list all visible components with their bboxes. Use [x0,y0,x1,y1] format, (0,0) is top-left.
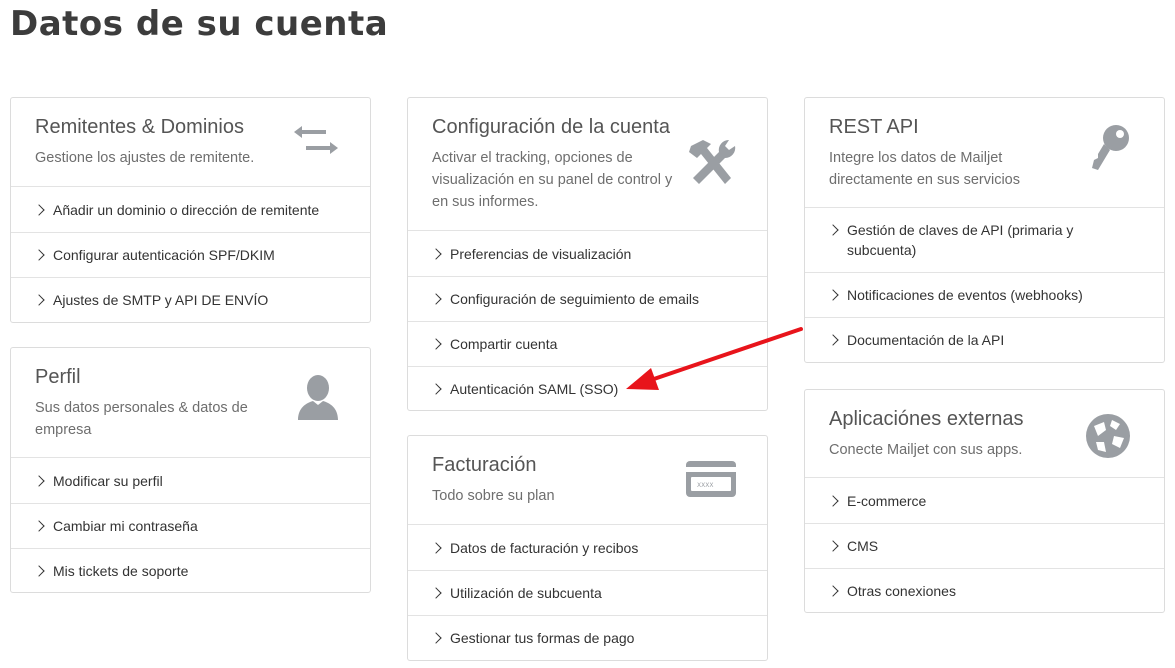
chevron-right-icon [827,585,839,597]
profile-card: Perfil Sus datos personales & datos de e… [10,347,371,593]
display-preferences-link[interactable]: Preferencias de visualización [408,231,767,276]
link-list: Datos de facturación y recibos Utilizaci… [408,524,767,660]
subaccount-usage-link[interactable]: Utilización de subcuenta [408,570,767,615]
chevron-right-icon [430,587,442,599]
chevron-right-icon [33,520,45,532]
chevron-right-icon [430,541,442,554]
chevron-right-icon [430,247,442,260]
saml-sso-link[interactable]: Autenticación SAML (SSO) [408,366,767,411]
add-domain-link[interactable]: Añadir un dominio o dirección de remiten… [11,187,370,232]
credit-card-icon: XXXX [685,460,737,498]
chevron-right-icon [33,203,45,216]
link-list: Añadir un dominio o dirección de remiten… [11,186,370,322]
chevron-right-icon [430,383,442,395]
chevron-right-icon [430,293,442,305]
link-list: Gestión de claves de API (primaria y sub… [805,207,1164,362]
swap-arrows-icon [290,122,342,158]
senders-domains-card: Remitentes & Dominios Gestione los ajust… [10,97,371,323]
key-icon [1090,124,1130,174]
payment-methods-link[interactable]: Gestionar tus formas de pago [408,615,767,660]
billing-card: Facturación Todo sobre su plan XXXX Dato… [407,435,768,661]
chevron-right-icon [827,540,839,552]
chevron-right-icon [33,294,45,306]
globe-icon [1084,412,1132,460]
support-tickets-link[interactable]: Mis tickets de soporte [11,548,370,593]
billing-data-link[interactable]: Datos de facturación y recibos [408,525,767,570]
card-subtitle: Sus datos personales & datos de empresa [35,400,248,438]
chevron-right-icon [430,338,442,350]
api-keys-link[interactable]: Gestión de claves de API (primaria y sub… [805,208,1164,272]
link-list: E-commerce CMS Otras conexiones [805,477,1164,613]
account-settings-card: Configuración de la cuenta Activar el tr… [407,97,768,411]
chevron-right-icon [827,224,839,236]
spf-dkim-link[interactable]: Configurar autenticación SPF/DKIM [11,232,370,277]
ecommerce-link[interactable]: E-commerce [805,478,1164,523]
link-list: Preferencias de visualización Configurac… [408,230,767,411]
share-account-link[interactable]: Compartir cuenta [408,321,767,366]
rest-api-card: REST API Integre los datos de Mailjet di… [804,97,1165,363]
external-apps-card: Aplicaciónes externas Conecte Mailjet co… [804,389,1165,613]
change-password-link[interactable]: Cambiar mi contraseña [11,503,370,548]
other-connections-link[interactable]: Otras conexiones [805,568,1164,613]
link-list: Modificar su perfil Cambiar mi contraseñ… [11,457,370,593]
edit-profile-link[interactable]: Modificar su perfil [11,458,370,503]
chevron-right-icon [827,494,839,507]
page-title: Datos de su cuenta [10,4,389,44]
card-subtitle: Activar el tracking, opciones de visuali… [432,150,673,210]
chevron-right-icon [827,289,839,301]
chevron-right-icon [430,632,442,644]
chevron-right-icon [827,334,839,346]
email-tracking-link[interactable]: Configuración de seguimiento de emails [408,276,767,321]
api-docs-link[interactable]: Documentación de la API [805,317,1164,362]
tools-icon [685,136,737,186]
card-number-label: XXXX [697,482,713,489]
user-icon [296,374,340,422]
cms-link[interactable]: CMS [805,523,1164,568]
chevron-right-icon [33,565,45,577]
card-subtitle: Integre los datos de Mailjet directament… [829,150,1020,188]
smtp-api-link[interactable]: Ajustes de SMTP y API DE ENVÍO [11,277,370,322]
chevron-right-icon [33,249,45,261]
chevron-right-icon [33,474,45,487]
webhooks-link[interactable]: Notificaciones de eventos (webhooks) [805,272,1164,317]
